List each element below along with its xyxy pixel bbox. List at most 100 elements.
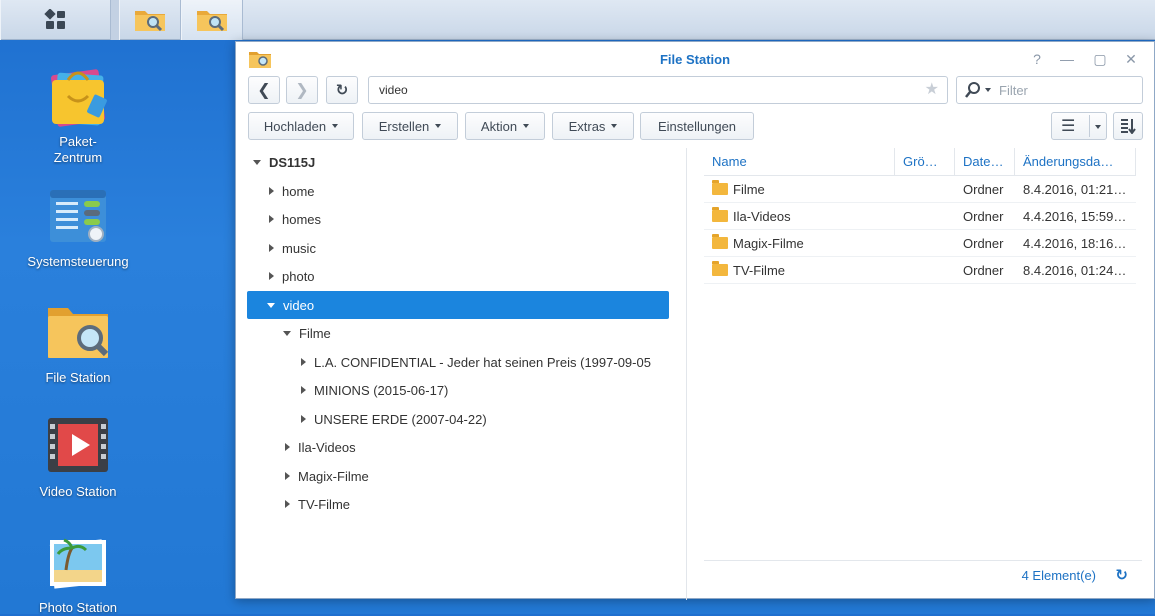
file-list-header: Name Grö… Date… Änderungsda… xyxy=(704,148,1136,176)
list-view-icon: ☰ xyxy=(1061,118,1076,135)
back-button[interactable]: ❮ xyxy=(248,76,280,104)
chevron-right-icon: ❯ xyxy=(295,82,309,99)
file-modified: 8.4.2016, 01:21… xyxy=(1023,182,1127,197)
minimize-icon[interactable]: — xyxy=(1058,50,1076,68)
folder-icon xyxy=(712,207,728,222)
tree-item-label: TV-Filme xyxy=(298,496,350,512)
file-name: Filme xyxy=(733,182,765,197)
taskbar-file-station-2[interactable] xyxy=(181,0,243,40)
taskbar-separator xyxy=(111,0,119,40)
maximize-icon[interactable]: ▢ xyxy=(1091,50,1109,68)
tree-item-label: Ila-Videos xyxy=(298,439,356,455)
item-count: 4 Element(e) xyxy=(1021,568,1096,583)
collapse-icon[interactable] xyxy=(285,472,290,480)
filter-placeholder: Filter xyxy=(999,82,1028,98)
tree-item-ila-videos[interactable]: Ila-Videos xyxy=(247,433,669,461)
table-row[interactable]: TV-Filme Ordner 8.4.2016, 01:24… xyxy=(704,257,1136,284)
tree-item-music[interactable]: music xyxy=(247,234,669,262)
column-header-type[interactable]: Date… xyxy=(955,148,1015,176)
tree-item-homes[interactable]: homes xyxy=(247,205,669,233)
collapse-icon[interactable] xyxy=(301,415,306,423)
file-name-cell: Ila-Videos xyxy=(712,203,892,230)
sort-icon xyxy=(1121,119,1136,134)
tree-item-video[interactable]: video xyxy=(247,291,669,319)
desktop-icon-package-center[interactable]: Paket- Zentrum xyxy=(18,66,138,166)
file-station-icon xyxy=(135,11,165,32)
search-icon xyxy=(965,82,980,98)
path-input[interactable]: video ★ xyxy=(368,76,948,104)
window-title: File Station xyxy=(659,52,731,67)
tree-item-filme[interactable]: Filme xyxy=(247,319,669,347)
tree-item-magix-filme[interactable]: Magix-Filme xyxy=(247,462,669,490)
desktop-icon-photo-station[interactable]: Photo Station xyxy=(18,532,138,616)
collapse-icon[interactable] xyxy=(269,187,274,195)
desktop-icon-control-panel[interactable]: Systemsteuerung xyxy=(18,186,138,270)
desktop-icon-label: Paket- Zentrum xyxy=(53,134,103,165)
star-icon[interactable]: ★ xyxy=(925,81,939,99)
tree-root[interactable]: DS115J xyxy=(247,148,669,176)
view-mode-button[interactable]: ☰ xyxy=(1051,112,1107,140)
refresh-icon[interactable]: ↻ xyxy=(1115,566,1128,584)
collapse-icon[interactable] xyxy=(285,500,290,508)
create-button[interactable]: Erstellen xyxy=(362,112,458,140)
close-icon[interactable]: ✕ xyxy=(1122,50,1140,68)
file-station-icon xyxy=(46,302,110,366)
chevron-down-icon xyxy=(332,124,339,128)
tree-item-label: MINIONS (2015-06-17) xyxy=(314,382,449,398)
extras-button[interactable]: Extras xyxy=(552,112,634,140)
action-button[interactable]: Aktion xyxy=(465,112,545,140)
desktop-icon-file-station[interactable]: File Station xyxy=(18,302,138,386)
chevron-down-icon xyxy=(435,124,442,128)
tree-item-label: UNSERE ERDE (2007-04-22) xyxy=(314,411,487,427)
column-header-size[interactable]: Grö… xyxy=(895,148,955,176)
filter-input[interactable]: Filter xyxy=(956,76,1143,104)
tree-item-home[interactable]: home xyxy=(247,177,669,205)
main-menu-button[interactable] xyxy=(0,0,111,40)
action-label: Aktion xyxy=(480,118,518,134)
refresh-button[interactable]: ↻ xyxy=(326,76,358,104)
table-row[interactable]: Filme Ordner 8.4.2016, 01:21… xyxy=(704,176,1136,203)
table-row[interactable]: Magix-Filme Ordner 4.4.2016, 18:16… xyxy=(704,230,1136,257)
collapse-icon[interactable] xyxy=(269,215,274,223)
sort-button[interactable] xyxy=(1113,112,1143,140)
tree-item-label: homes xyxy=(282,211,322,227)
extras-label: Extras xyxy=(568,118,606,134)
chevron-left-icon: ❮ xyxy=(257,82,271,99)
collapse-icon[interactable] xyxy=(285,443,290,451)
tree-item-tv-filme[interactable]: TV-Filme xyxy=(247,490,669,518)
chevron-down-icon xyxy=(1095,125,1101,129)
upload-button[interactable]: Hochladen xyxy=(248,112,354,140)
expand-icon[interactable] xyxy=(253,159,261,165)
collapse-icon[interactable] xyxy=(301,358,306,366)
file-name: TV-Filme xyxy=(733,263,785,278)
create-label: Erstellen xyxy=(378,118,430,134)
taskbar-file-station-1[interactable] xyxy=(119,0,181,40)
expand-icon[interactable] xyxy=(283,330,291,336)
expand-icon[interactable] xyxy=(267,302,275,308)
desktop-icon-label: File Station xyxy=(45,370,111,385)
collapse-icon[interactable] xyxy=(269,272,274,280)
tree-item-unsere-erde[interactable]: UNSERE ERDE (2007-04-22) xyxy=(247,405,669,433)
column-header-modified[interactable]: Änderungsda… xyxy=(1015,148,1136,176)
tree-item-la-confidential[interactable]: L.A. CONFIDENTIAL - Jeder hat seinen Pre… xyxy=(247,348,669,376)
window-titlebar[interactable]: File Station ? — ▢ ✕ xyxy=(236,42,1154,76)
package-center-icon xyxy=(46,66,110,130)
help-icon[interactable]: ? xyxy=(1028,50,1046,68)
collapse-icon[interactable] xyxy=(301,386,306,394)
tree-item-label: Filme xyxy=(299,325,331,341)
table-row[interactable]: Ila-Videos Ordner 4.4.2016, 15:59… xyxy=(704,203,1136,230)
desktop-icon-video-station[interactable]: Video Station xyxy=(18,416,138,500)
pane-splitter[interactable] xyxy=(686,148,687,600)
main-menu-icon xyxy=(43,9,65,29)
file-name-cell: Filme xyxy=(712,176,892,203)
forward-button[interactable]: ❯ xyxy=(286,76,318,104)
tree-item-label: Magix-Filme xyxy=(298,468,369,484)
settings-button[interactable]: Einstellungen xyxy=(640,112,754,140)
tree-item-photo[interactable]: photo xyxy=(247,262,669,290)
divider xyxy=(1089,115,1090,137)
column-header-name[interactable]: Name xyxy=(704,148,895,176)
desktop-icon-label: Video Station xyxy=(39,484,117,499)
tree-item-minions[interactable]: MINIONS (2015-06-17) xyxy=(247,376,669,404)
collapse-icon[interactable] xyxy=(269,244,274,252)
upload-label: Hochladen xyxy=(263,118,327,134)
